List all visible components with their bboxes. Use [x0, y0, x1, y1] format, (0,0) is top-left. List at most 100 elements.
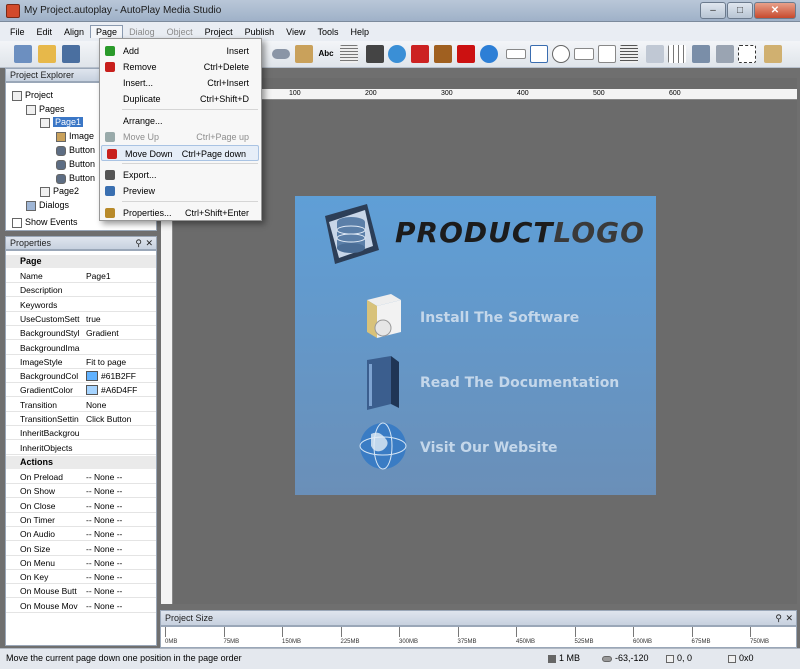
maximize-button[interactable]: □: [727, 2, 753, 19]
property-row[interactable]: Transition None: [6, 398, 156, 412]
property-value[interactable]: Gradient: [86, 328, 156, 338]
action-row[interactable]: On Mouse Mov -- None --: [6, 599, 156, 613]
pencil-icon[interactable]: [764, 45, 782, 63]
action-row[interactable]: On Audio -- None --: [6, 527, 156, 542]
grid-object-icon[interactable]: [668, 45, 686, 63]
menu-align[interactable]: Align: [58, 25, 90, 39]
close-button[interactable]: ✕: [754, 2, 796, 19]
action-value[interactable]: -- None --: [86, 586, 156, 596]
pin-icon[interactable]: ⚲: [775, 611, 782, 626]
action-row[interactable]: On Show -- None --: [6, 484, 156, 499]
menu-project[interactable]: Project: [199, 25, 239, 39]
menu-item-add[interactable]: Add Insert: [100, 43, 261, 59]
property-row[interactable]: Description: [6, 283, 156, 298]
action-row[interactable]: On Close -- None --: [6, 499, 156, 513]
minimize-button[interactable]: –: [700, 2, 726, 19]
menu-item-move-down[interactable]: Move Down Ctrl+Page down: [101, 145, 259, 161]
action-value[interactable]: -- None --: [86, 544, 156, 554]
menu-tools[interactable]: Tools: [312, 25, 345, 39]
flash-object-icon[interactable]: [411, 45, 429, 63]
pin-icon[interactable]: ⚲: [135, 237, 142, 250]
color-swatch[interactable]: [86, 371, 98, 382]
property-value[interactable]: Click Button: [86, 414, 156, 424]
action-value[interactable]: -- None --: [86, 501, 156, 511]
menu-page[interactable]: Page: [90, 25, 124, 38]
menu-file[interactable]: File: [4, 25, 31, 39]
action-value[interactable]: -- None --: [86, 572, 156, 582]
menu-item-remove[interactable]: Remove Ctrl+Delete: [100, 59, 261, 75]
menu-object[interactable]: Object: [161, 25, 199, 39]
property-row[interactable]: UseCustomSett true: [6, 312, 156, 326]
listbox-object-icon[interactable]: [598, 45, 616, 63]
image-object-icon[interactable]: [295, 45, 313, 63]
property-row[interactable]: BackgroundStyl Gradient: [6, 326, 156, 341]
tree-dialogs[interactable]: Dialogs: [26, 200, 69, 211]
action-row[interactable]: On Mouse Butt -- None --: [6, 584, 156, 599]
property-row[interactable]: Keywords: [6, 298, 156, 312]
menu-dialog[interactable]: Dialog: [123, 25, 161, 39]
property-row[interactable]: InheritBackgrou: [6, 426, 156, 441]
property-row[interactable]: Name Page1: [6, 269, 156, 283]
property-row[interactable]: TransitionSettin Click Button: [6, 412, 156, 426]
slideshow-object-icon[interactable]: [434, 45, 452, 63]
property-row[interactable]: BackgroundCol #61B2FF: [6, 369, 156, 384]
action-value[interactable]: -- None --: [86, 601, 156, 611]
action-value[interactable]: -- None --: [86, 558, 156, 568]
menu-item-insert[interactable]: Insert... Ctrl+Insert: [100, 75, 261, 91]
tree-page1[interactable]: Page1: [40, 117, 84, 128]
pdf-object-icon[interactable]: [457, 45, 475, 63]
label-object-icon[interactable]: Abc: [316, 45, 336, 63]
menu-item-properties[interactable]: Properties... Ctrl+Shift+Enter: [100, 205, 261, 221]
tree-button-2[interactable]: Button: [56, 159, 95, 170]
wand-icon[interactable]: [14, 45, 32, 63]
selection-object-icon[interactable]: [738, 45, 756, 63]
menu-help[interactable]: Help: [345, 25, 376, 39]
web-object-icon[interactable]: [480, 45, 498, 63]
property-value[interactable]: Fit to page: [86, 357, 156, 367]
menu-item-duplicate[interactable]: Duplicate Ctrl+Shift+D: [100, 91, 261, 107]
quicktime-object-icon[interactable]: [388, 45, 406, 63]
tree-image[interactable]: Image: [56, 131, 94, 142]
paragraph-object-icon[interactable]: [340, 45, 358, 63]
menu-publish[interactable]: Publish: [239, 25, 281, 39]
action-row[interactable]: On Key -- None --: [6, 570, 156, 585]
progress-object-icon[interactable]: [692, 45, 710, 63]
show-events-checkbox[interactable]: Show Events: [12, 217, 78, 228]
button-object-icon[interactable]: [272, 49, 290, 59]
action-row[interactable]: On Size -- None --: [6, 542, 156, 556]
panel-close-icon[interactable]: ✕: [785, 611, 793, 626]
tree-object-icon[interactable]: [620, 45, 638, 63]
action-value[interactable]: -- None --: [86, 529, 156, 539]
tree-button-1[interactable]: Button: [56, 145, 95, 156]
tree-page2[interactable]: Page2: [40, 186, 79, 197]
property-row[interactable]: InheritObjects: [6, 441, 156, 455]
menu-edit[interactable]: Edit: [31, 25, 59, 39]
combobox-object-icon[interactable]: [574, 48, 594, 60]
color-swatch[interactable]: [86, 385, 98, 396]
xbutton-object-icon[interactable]: [646, 45, 664, 63]
action-row[interactable]: On Preload -- None --: [6, 470, 156, 484]
menu-item-export[interactable]: Export...: [100, 167, 261, 183]
open-folder-icon[interactable]: [38, 45, 56, 63]
read-documentation-link[interactable]: Read The Documentation: [420, 375, 619, 391]
property-row[interactable]: GradientColor #A6D4FF: [6, 383, 156, 398]
visit-website-link[interactable]: Visit Our Website: [420, 440, 558, 456]
radio-object-icon[interactable]: [552, 45, 570, 63]
action-value[interactable]: -- None --: [86, 472, 156, 482]
panel-close-icon[interactable]: ✕: [145, 237, 153, 250]
property-value[interactable]: true: [86, 314, 156, 324]
install-software-link[interactable]: Install The Software: [420, 310, 579, 326]
property-row[interactable]: BackgroundIma: [6, 341, 156, 355]
property-value[interactable]: None: [86, 400, 156, 410]
input-object-icon[interactable]: [506, 49, 526, 59]
property-value[interactable]: Page1: [86, 271, 156, 281]
property-row[interactable]: ImageStyle Fit to page: [6, 355, 156, 369]
video-object-icon[interactable]: [366, 45, 384, 63]
tree-button-3[interactable]: Button: [56, 173, 95, 184]
menu-item-preview[interactable]: Preview: [100, 183, 261, 199]
action-row[interactable]: On Menu -- None --: [6, 556, 156, 570]
slider-object-icon[interactable]: [716, 45, 734, 63]
page-preview[interactable]: PRODUCTLOGO Install The Software Read Th…: [295, 196, 656, 495]
tree-pages[interactable]: Pages: [26, 104, 65, 115]
book-icon[interactable]: [361, 356, 405, 412]
